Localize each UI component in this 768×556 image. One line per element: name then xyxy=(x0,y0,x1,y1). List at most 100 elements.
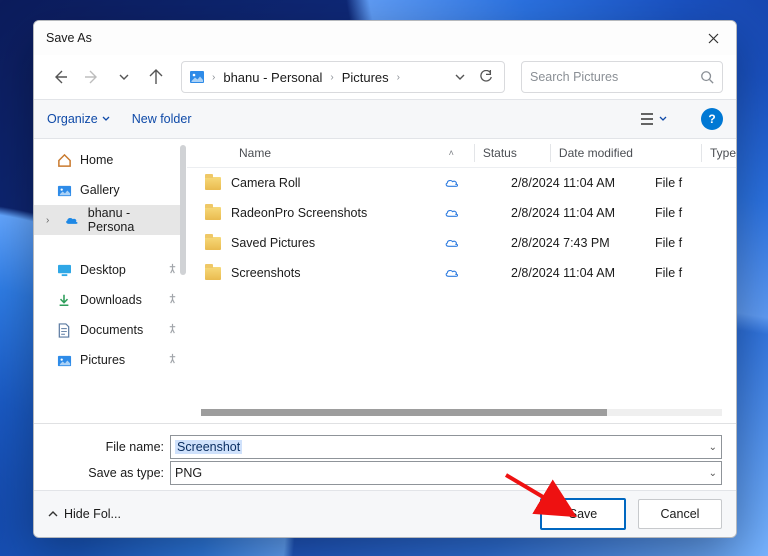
scroll-track xyxy=(201,409,722,416)
breadcrumb-folder[interactable]: Pictures xyxy=(338,68,393,87)
onedrive-icon xyxy=(64,212,80,228)
window-title: Save As xyxy=(46,31,92,45)
pin-icon xyxy=(167,263,178,277)
file-name: Screenshots xyxy=(231,266,300,280)
pin-icon xyxy=(167,353,178,367)
help-button[interactable]: ? xyxy=(701,108,723,130)
arrow-left-icon xyxy=(52,69,68,85)
arrow-right-icon xyxy=(84,69,100,85)
file-name: Camera Roll xyxy=(231,176,300,190)
back-button[interactable] xyxy=(47,62,73,92)
address-bar[interactable]: › bhanu - Personal › Pictures › xyxy=(181,61,505,93)
sidebar-label: Pictures xyxy=(80,353,125,367)
refresh-button[interactable] xyxy=(474,70,498,84)
folder-icon xyxy=(205,237,221,250)
sidebar-scrollbar[interactable] xyxy=(180,145,186,275)
file-name: Saved Pictures xyxy=(231,236,315,250)
column-header-name[interactable]: Name ˄ xyxy=(187,146,474,160)
file-type: File f xyxy=(655,236,682,250)
folder-icon xyxy=(205,177,221,190)
close-button[interactable] xyxy=(690,21,736,55)
search-icon xyxy=(700,70,714,84)
scroll-thumb[interactable] xyxy=(201,409,607,416)
chevron-down-icon[interactable]: ⌄ xyxy=(709,442,717,453)
recent-locations-button[interactable] xyxy=(111,62,137,92)
sidebar-item-home[interactable]: Home xyxy=(34,145,186,175)
new-folder-label: New folder xyxy=(132,112,192,126)
file-date: 2/8/2024 7:43 PM xyxy=(511,236,610,250)
sidebar-item-onedrive[interactable]: › bhanu - Persona xyxy=(34,205,186,235)
file-name: RadeonPro Screenshots xyxy=(231,206,367,220)
file-type: File f xyxy=(655,206,682,220)
file-date: 2/8/2024 11:04 AM xyxy=(511,176,615,190)
refresh-icon xyxy=(479,70,493,84)
search-placeholder: Search Pictures xyxy=(530,70,700,84)
form-area: File name: Screenshot ⌄ Save as type: PN… xyxy=(34,423,736,490)
up-button[interactable] xyxy=(143,62,169,92)
documents-icon xyxy=(56,322,72,338)
cloud-status-icon xyxy=(443,264,461,282)
file-row[interactable]: RadeonPro Screenshots2/8/2024 11:04 AMFi… xyxy=(187,198,736,228)
gallery-icon xyxy=(56,182,72,198)
column-name-label: Name xyxy=(239,146,271,160)
home-icon xyxy=(56,152,72,168)
cancel-button[interactable]: Cancel xyxy=(638,499,722,529)
column-header-status[interactable]: Status xyxy=(475,146,550,160)
forward-button[interactable] xyxy=(79,62,105,92)
organize-button[interactable]: Organize xyxy=(47,112,110,126)
view-options-button[interactable] xyxy=(639,112,667,126)
navigation-row: › bhanu - Personal › Pictures › Search P… xyxy=(34,55,736,99)
save-as-dialog: Save As › bhanu - Personal › Pictures › xyxy=(33,20,737,538)
sidebar-label: Desktop xyxy=(80,263,126,277)
breadcrumb-root[interactable]: bhanu - Personal xyxy=(219,68,326,87)
filename-value: Screenshot xyxy=(175,440,242,454)
save-button[interactable]: Save xyxy=(540,498,626,530)
horizontal-scrollbar[interactable] xyxy=(201,405,722,419)
save-label: Save xyxy=(569,507,598,521)
sidebar-item-downloads[interactable]: Downloads xyxy=(34,285,186,315)
file-list: Name ˄ Status Date modified Type Camera … xyxy=(187,139,736,423)
savetype-select[interactable]: PNG ⌄ xyxy=(170,461,722,485)
filename-input[interactable]: Screenshot ⌄ xyxy=(170,435,722,459)
filename-label: File name: xyxy=(34,440,164,454)
column-header-date[interactable]: Date modified xyxy=(551,146,701,160)
sidebar-label: Downloads xyxy=(80,293,142,307)
cancel-label: Cancel xyxy=(661,507,700,521)
file-row[interactable]: Camera Roll2/8/2024 11:04 AMFile f xyxy=(187,168,736,198)
file-rows: Camera Roll2/8/2024 11:04 AMFile fRadeon… xyxy=(187,168,736,405)
pin-icon xyxy=(167,293,178,307)
help-icon: ? xyxy=(708,112,715,126)
chevron-down-icon xyxy=(119,72,129,82)
sort-ascending-icon: ˄ xyxy=(449,148,454,158)
hide-folders-button[interactable]: Hide Fol... xyxy=(48,507,121,521)
column-headers: Name ˄ Status Date modified Type xyxy=(187,139,736,168)
address-dropdown-button[interactable] xyxy=(448,72,472,82)
folder-icon xyxy=(205,207,221,220)
breadcrumb-separator-icon: › xyxy=(328,72,335,83)
breadcrumb-separator-icon: › xyxy=(395,72,402,83)
sidebar-item-pictures[interactable]: Pictures xyxy=(34,345,186,375)
navigation-pane: Home Gallery › bhanu - Persona xyxy=(34,139,187,423)
sidebar-item-gallery[interactable]: Gallery xyxy=(34,175,186,205)
sidebar-label: bhanu - Persona xyxy=(88,206,178,234)
column-date-label: Date modified xyxy=(559,146,633,160)
titlebar: Save As xyxy=(34,21,736,55)
new-folder-button[interactable]: New folder xyxy=(132,112,192,126)
folder-icon xyxy=(205,267,221,280)
file-row[interactable]: Saved Pictures 2/8/2024 7:43 PM File f xyxy=(187,228,736,258)
toolbar: Organize New folder ? xyxy=(34,99,736,139)
sidebar-item-documents[interactable]: Documents xyxy=(34,315,186,345)
sidebar-label: Home xyxy=(80,153,113,167)
savetype-label: Save as type: xyxy=(34,466,164,480)
body: Home Gallery › bhanu - Persona xyxy=(34,139,736,423)
chevron-down-icon[interactable]: ⌄ xyxy=(709,468,717,479)
sidebar-item-desktop[interactable]: Desktop xyxy=(34,255,186,285)
search-input[interactable]: Search Pictures xyxy=(521,61,723,93)
caret-down-icon xyxy=(659,115,667,123)
file-row[interactable]: Screenshots2/8/2024 11:04 AMFile f xyxy=(187,258,736,288)
footer: Hide Fol... Save Cancel xyxy=(34,490,736,537)
column-header-type[interactable]: Type xyxy=(702,146,736,160)
pictures-icon xyxy=(56,352,72,368)
downloads-icon xyxy=(56,292,72,308)
cloud-status-icon xyxy=(443,204,461,222)
